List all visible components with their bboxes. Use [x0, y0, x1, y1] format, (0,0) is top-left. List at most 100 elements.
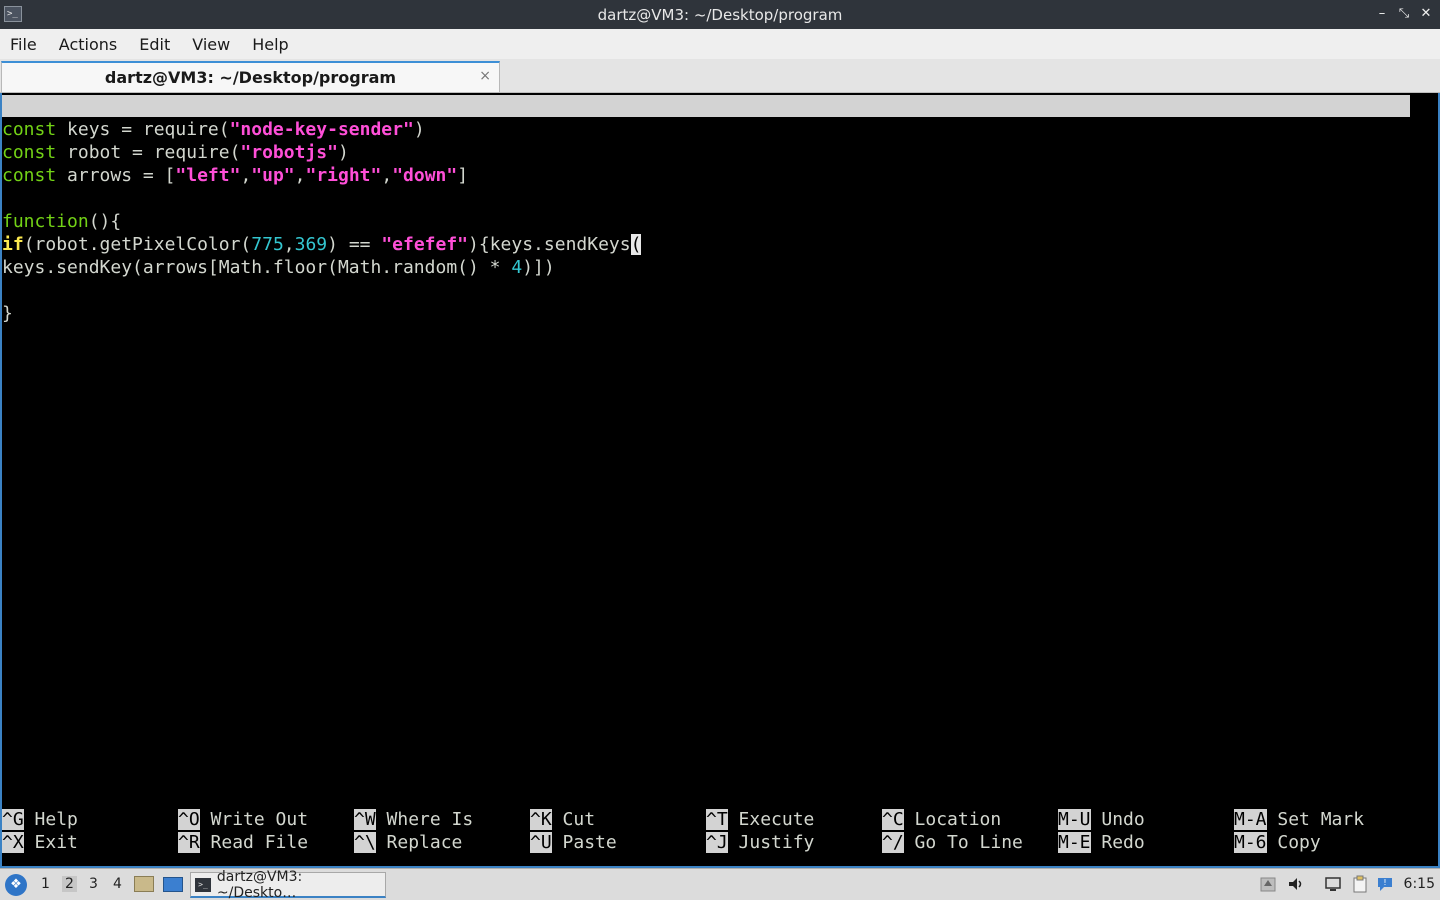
code-text: , [283, 234, 295, 255]
workspace-4[interactable]: 4 [113, 876, 122, 892]
workspace-2[interactable]: 2 [62, 876, 77, 892]
shortcut-label: Location [903, 809, 1002, 830]
menu-view[interactable]: View [192, 35, 230, 54]
code-text: (robot.getPixelColor( [23, 234, 252, 255]
network-icon[interactable] [1324, 875, 1342, 893]
terminal-icon: >_ [195, 877, 211, 892]
task-label: dartz@VM3: ~/Deskto… [216, 868, 303, 900]
maximize-button[interactable]: ⤡ [1396, 4, 1412, 24]
shortcut-label: Execute [727, 809, 815, 830]
shortcut-write-out: ^O Write Out [178, 808, 308, 831]
menu-edit[interactable]: Edit [139, 35, 170, 54]
shortcut-label: Help [23, 809, 78, 830]
window-controls: – ⤡ ✕ [1374, 4, 1434, 24]
terminal-area[interactable]: GNU nano 6.2 index.js * const keys = req… [0, 93, 1440, 868]
terminal-app-icon: >_ [4, 6, 22, 22]
code-line-6: if(robot.getPixelColor(775,369) == "efef… [2, 233, 642, 256]
code-string: "down" [392, 165, 458, 186]
shortcut-replace: ^\ Replace [354, 831, 462, 854]
code-string: "efefef" [381, 234, 469, 255]
code-text: ] [457, 165, 469, 186]
menu-actions[interactable]: Actions [59, 35, 117, 54]
shortcut-label: Paste [551, 832, 617, 853]
code-string: "left" [175, 165, 241, 186]
text-cursor: ( [630, 234, 642, 255]
code-text: ) [337, 142, 349, 163]
code-line-3: const arrows = ["left","up","right","dow… [2, 164, 468, 187]
shortcut-copy: M-6 Copy [1234, 831, 1321, 854]
code-text: ){keys.sendKeys [468, 234, 631, 255]
tab-close-icon[interactable]: × [479, 68, 491, 84]
shortcut-label: Redo [1090, 832, 1145, 853]
code-line-9: } [2, 302, 13, 325]
shortcut-redo: M-E Redo [1058, 831, 1145, 854]
shortcut-execute: ^T Execute [706, 808, 814, 831]
code-string: "node-key-sender" [229, 119, 414, 140]
volume-icon[interactable] [1287, 875, 1305, 893]
menu-file[interactable]: File [10, 35, 37, 54]
workspace-1[interactable]: 1 [41, 876, 50, 892]
shortcut-key: M-A [1234, 809, 1267, 830]
start-menu-icon[interactable]: ❖ [5, 874, 27, 896]
shortcut-exit: ^X Exit [2, 831, 78, 854]
nano-header-bar: GNU nano 6.2 index.js * [2, 95, 1410, 160]
svg-text:!: ! [1383, 878, 1386, 887]
code-text: )]) [522, 257, 555, 278]
shortcut-key: ^C [882, 809, 904, 830]
shortcut-help: ^G Help [2, 808, 78, 831]
code-keyword: const [2, 165, 57, 186]
window-titlebar: >_ dartz@VM3: ~/Desktop/program – ⤡ ✕ [0, 0, 1440, 29]
notification-icon[interactable]: ! [1376, 875, 1394, 893]
shortcut-key: ^T [706, 809, 728, 830]
code-line-7: keys.sendKey(arrows[Math.floor(Math.rand… [2, 256, 555, 279]
shortcut-label: Replace [375, 832, 463, 853]
code-text: , [294, 165, 306, 186]
shortcut-label: Cut [551, 809, 596, 830]
shortcut-key: ^X [2, 832, 24, 853]
shortcut-key: M-E [1058, 832, 1091, 853]
shortcut-key: ^\ [354, 832, 376, 853]
shortcut-key: ^K [530, 809, 552, 830]
taskbar: ❖ 1 2 3 4 >_ dartz@VM3: ~/Deskto… ! 6:15 [0, 868, 1440, 900]
code-text: keys.sendKey(arrows[Math.floor(Math.rand… [2, 257, 512, 278]
code-text: robot = require( [56, 142, 241, 163]
shortcut-key: ^R [178, 832, 200, 853]
menu-help[interactable]: Help [252, 35, 288, 54]
shortcut-label: Undo [1090, 809, 1145, 830]
shortcut-paste: ^U Paste [530, 831, 617, 854]
nano-filename: index.js * [684, 139, 793, 160]
code-line-2: const robot = require("robotjs") [2, 141, 349, 164]
minimize-button[interactable]: – [1374, 4, 1390, 24]
workspace-3[interactable]: 3 [89, 876, 98, 892]
shortcut-label: Go To Line [903, 832, 1023, 853]
code-line-5: function(){ [2, 210, 121, 233]
code-text: , [240, 165, 252, 186]
code-number: 775 [251, 234, 284, 255]
code-text: arrows = [ [56, 165, 176, 186]
shortcut-read-file: ^R Read File [178, 831, 308, 854]
tray-updates-icon[interactable] [1259, 875, 1277, 893]
shortcut-where-is: ^W Where Is [354, 808, 473, 831]
code-string: "up" [251, 165, 295, 186]
code-number: 369 [294, 234, 328, 255]
shortcut-key: ^O [178, 809, 200, 830]
code-string: "robotjs" [240, 142, 338, 163]
shortcut-key: M-6 [1234, 832, 1267, 853]
show-desktop-icon[interactable] [163, 877, 183, 892]
code-text: keys = require( [56, 119, 230, 140]
code-text: , [381, 165, 393, 186]
file-manager-icon[interactable] [134, 876, 154, 892]
terminal-tab[interactable]: dartz@VM3: ~/Desktop/program × [1, 61, 500, 92]
shortcut-key: ^W [354, 809, 376, 830]
clock[interactable]: 6:15 [1404, 876, 1435, 892]
taskbar-terminal-task[interactable]: >_ dartz@VM3: ~/Deskto… [190, 868, 386, 900]
close-button[interactable]: ✕ [1418, 4, 1434, 24]
shortcut-label: Copy [1266, 832, 1321, 853]
tab-bar: dartz@VM3: ~/Desktop/program × [0, 59, 1440, 93]
shortcut-cut: ^K Cut [530, 808, 595, 831]
code-keyword: const [2, 119, 57, 140]
shortcut-label: Justify [727, 832, 815, 853]
shortcut-set-mark: M-A Set Mark [1234, 808, 1364, 831]
shortcut-label: Exit [23, 832, 78, 853]
clipboard-icon[interactable] [1351, 875, 1369, 893]
